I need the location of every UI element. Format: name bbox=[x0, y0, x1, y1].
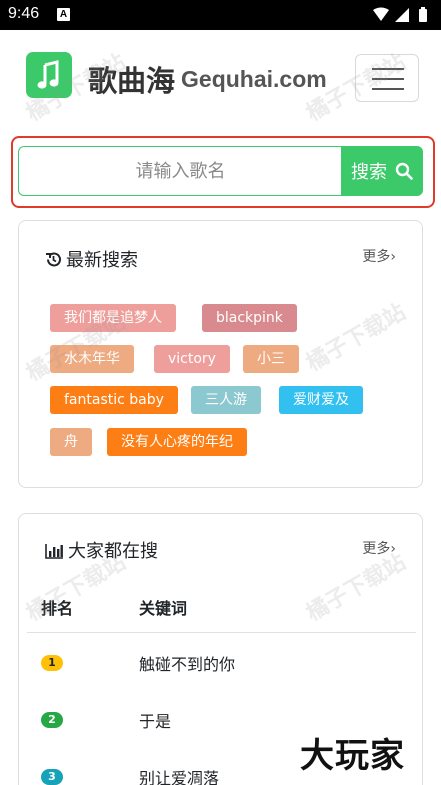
recent-tag[interactable]: fantastic baby bbox=[50, 386, 178, 414]
search-button[interactable]: 搜索 bbox=[341, 146, 423, 196]
history-icon bbox=[46, 252, 61, 267]
status-time: 9:46 bbox=[8, 5, 40, 22]
rank-badge: 1 bbox=[41, 655, 63, 671]
recent-tag[interactable]: 舟 bbox=[50, 428, 92, 456]
system-status-icons bbox=[373, 7, 427, 22]
notification-icon: A bbox=[57, 8, 70, 21]
recent-tag[interactable]: 三人游 bbox=[191, 386, 261, 414]
brand-domain: Gequhai.com bbox=[181, 65, 327, 92]
recent-tag[interactable]: 小三 bbox=[243, 345, 299, 373]
rank-badge: 2 bbox=[41, 712, 63, 728]
status-bar: 9:46 A bbox=[0, 0, 441, 30]
recent-tag[interactable]: 爱财爱及 bbox=[279, 386, 363, 414]
popular-song-link[interactable]: 别让爱凋落 bbox=[139, 765, 219, 785]
popular-song-link[interactable]: 触碰不到的你 bbox=[139, 651, 235, 675]
recent-tag[interactable]: blackpink bbox=[202, 304, 297, 332]
recent-more-link[interactable]: 更多› bbox=[362, 246, 396, 266]
rank-badge: 3 bbox=[41, 769, 63, 785]
bar-chart-icon bbox=[45, 544, 63, 559]
search-button-label: 搜索 bbox=[351, 162, 387, 183]
recent-tag[interactable]: 没有人心疼的年纪 bbox=[107, 428, 247, 456]
recent-search-title: 最新搜索 bbox=[45, 246, 138, 272]
table-divider bbox=[27, 632, 416, 633]
popular-song-link[interactable]: 于是 bbox=[139, 708, 171, 732]
search-input[interactable] bbox=[18, 146, 342, 196]
recent-tag[interactable]: victory bbox=[154, 345, 230, 373]
recent-search-title-text: 最新搜索 bbox=[66, 250, 138, 271]
search-icon bbox=[395, 162, 413, 180]
column-header-keyword: 关键词 bbox=[139, 599, 188, 618]
site-logo-mark: 大玩家 bbox=[300, 736, 405, 776]
